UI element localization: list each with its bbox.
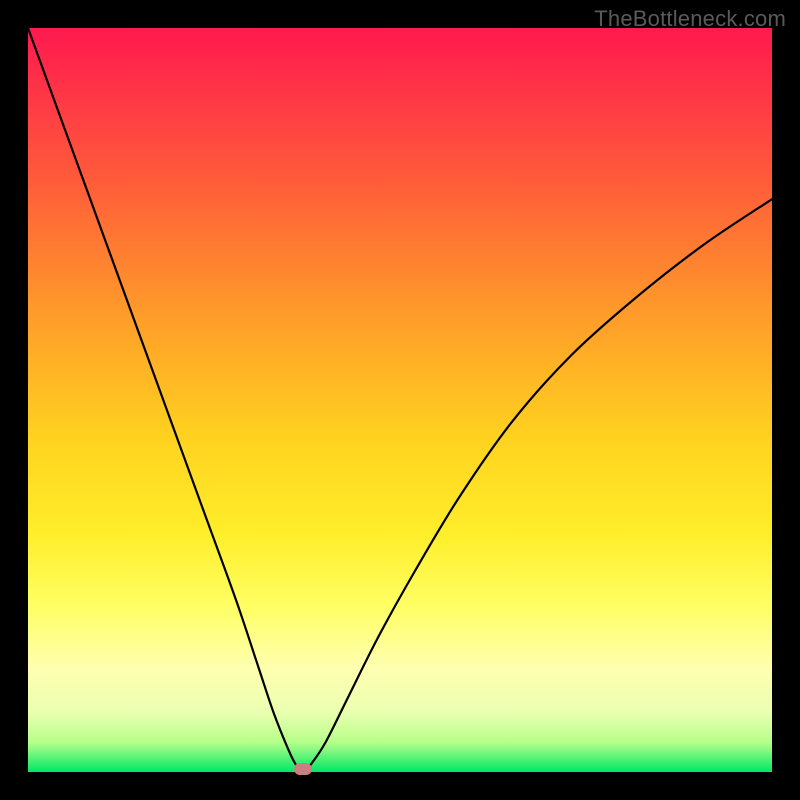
plot-area	[28, 28, 772, 772]
curve-path	[28, 28, 772, 772]
min-marker	[294, 763, 312, 775]
chart-frame: TheBottleneck.com	[0, 0, 800, 800]
watermark: TheBottleneck.com	[594, 6, 786, 32]
watermark-text: TheBottleneck.com	[594, 6, 786, 31]
bottleneck-curve	[28, 28, 772, 772]
